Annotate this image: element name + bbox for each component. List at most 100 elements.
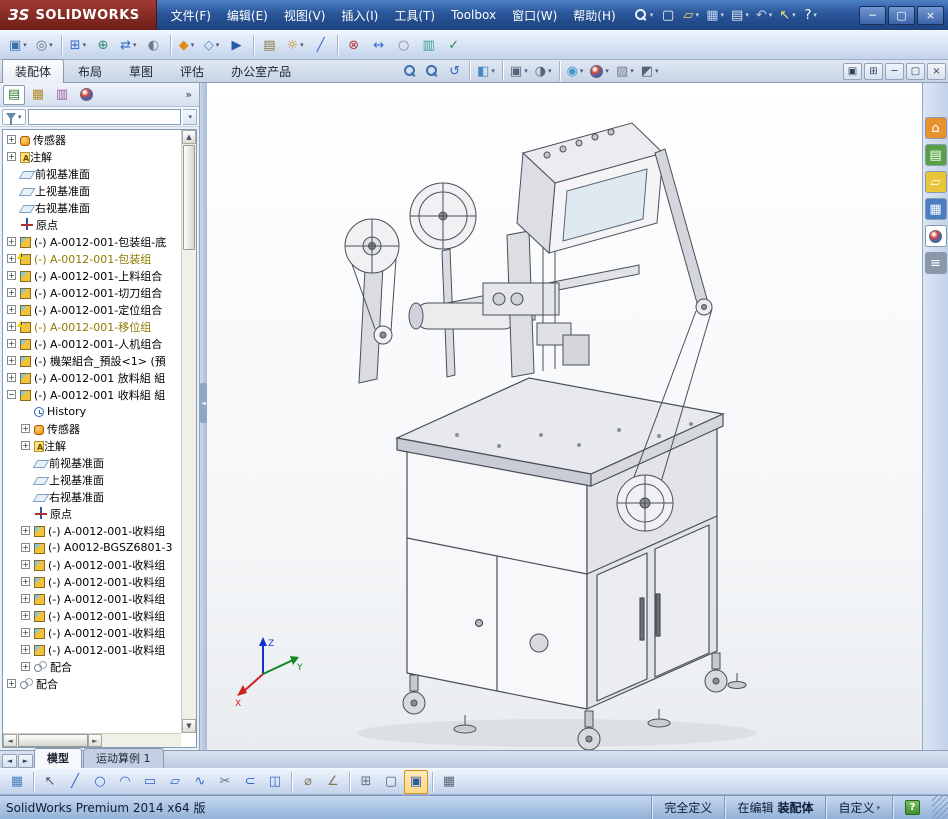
- panel-collapse-button[interactable]: ◄: [200, 383, 207, 423]
- scroll-up-arrow[interactable]: ▲: [182, 130, 196, 144]
- tree-item[interactable]: +(-) A-0012-001-包装组-底: [3, 233, 181, 250]
- design-library[interactable]: ▤: [925, 144, 947, 166]
- tree-item[interactable]: 原点: [3, 505, 181, 522]
- sketch-spline[interactable]: ∿: [188, 770, 212, 794]
- viewport-split[interactable]: ⊞: [864, 63, 883, 80]
- tree-expander[interactable]: +: [7, 373, 16, 382]
- tree-item[interactable]: +(-) A-0012-001 放料組 組: [3, 369, 181, 386]
- resize-grip[interactable]: [932, 796, 948, 819]
- sketch-trim[interactable]: ✂: [213, 770, 237, 794]
- panel-splitter[interactable]: ◄: [200, 83, 207, 750]
- tree-expander[interactable]: +: [21, 577, 30, 586]
- tree-expander[interactable]: +: [21, 424, 30, 433]
- propertymanager-tab[interactable]: ▦: [27, 85, 49, 105]
- filter-input[interactable]: [28, 109, 181, 125]
- tree-expander[interactable]: +: [21, 543, 30, 552]
- doc-close[interactable]: ×: [927, 63, 946, 80]
- tree-item[interactable]: 上视基准面: [3, 471, 181, 488]
- menu-file[interactable]: 文件(F): [163, 3, 219, 28]
- menu-tools[interactable]: 工具(T): [386, 3, 443, 28]
- new-motion-study[interactable]: ▶: [225, 33, 249, 57]
- filter-button[interactable]: ▾: [2, 109, 26, 125]
- show-hidden-components[interactable]: ◐: [142, 33, 166, 57]
- featuremanager-tree-tab[interactable]: ▤: [3, 85, 25, 105]
- sketch-rectangle[interactable]: ▭: [138, 770, 162, 794]
- tree-expander[interactable]: +: [7, 679, 16, 688]
- window-minimize[interactable]: ─: [859, 6, 886, 25]
- tree-expander[interactable]: +: [21, 560, 30, 569]
- sheet-scroll-left[interactable]: ◄: [2, 754, 17, 768]
- tree-expander[interactable]: +: [7, 322, 16, 331]
- tree-item[interactable]: +(-) A-0012-001-收料组: [3, 556, 181, 573]
- print[interactable]: ▤▾: [728, 4, 752, 26]
- tree-expander[interactable]: +: [21, 611, 30, 620]
- view-settings[interactable]: ◩▾: [638, 61, 662, 81]
- menu-toolbox[interactable]: Toolbox: [443, 4, 504, 26]
- tree-expander[interactable]: −: [7, 390, 16, 399]
- tree-item[interactable]: +(-) A-0012-001-收料组: [3, 573, 181, 590]
- tree-item[interactable]: +(-) A-0012-001-上料组合: [3, 267, 181, 284]
- menu-help[interactable]: 帮助(H): [565, 3, 623, 28]
- filter-dropdown[interactable]: ▾: [183, 109, 197, 125]
- displaymanager-tab[interactable]: [75, 85, 97, 105]
- bill-of-materials[interactable]: ▤: [258, 33, 282, 57]
- tree-item[interactable]: +(-) A0012-BGSZ6801-3: [3, 539, 181, 556]
- tree-item[interactable]: +传感器: [3, 131, 181, 148]
- tree-item[interactable]: +(-) A-0012-001-人机组合: [3, 335, 181, 352]
- help[interactable]: ?▾: [800, 4, 822, 26]
- convert-entities[interactable]: ⊂: [238, 770, 262, 794]
- custom-properties[interactable]: ≡: [925, 252, 947, 274]
- undo[interactable]: ↶▾: [753, 4, 775, 26]
- wireframe-style[interactable]: ▢: [379, 770, 403, 794]
- sketch-circle[interactable]: ○: [88, 770, 112, 794]
- tree-expander[interactable]: +: [7, 288, 16, 297]
- apply-scene[interactable]: ▨▾: [613, 61, 637, 81]
- smart-dimension[interactable]: ⌀: [296, 770, 320, 794]
- tree-item[interactable]: +注解: [3, 437, 181, 454]
- model-right-reel[interactable]: [617, 475, 673, 531]
- window-close[interactable]: ×: [917, 6, 944, 25]
- exploded-view[interactable]: ☼▾: [283, 33, 308, 57]
- tree-item[interactable]: 前视基准面: [3, 165, 181, 182]
- graphics-area[interactable]: Z Y X: [207, 83, 922, 750]
- sheet-scroll-right[interactable]: ►: [18, 754, 33, 768]
- tree-expander[interactable]: +: [21, 526, 30, 535]
- tree-expander[interactable]: +: [7, 254, 16, 263]
- hole-alignment[interactable]: ○: [392, 33, 416, 57]
- sketch-arc[interactable]: ◠: [113, 770, 137, 794]
- tree-item[interactable]: 原点: [3, 216, 181, 233]
- evaluate-table[interactable]: ▦: [437, 770, 461, 794]
- sheet-tab-运动算例 1[interactable]: 运动算例 1: [83, 748, 164, 768]
- insert-components[interactable]: ▣▾: [5, 33, 31, 57]
- tree-item[interactable]: 右视基准面: [3, 199, 181, 216]
- zoom-to-area[interactable]: [422, 61, 443, 81]
- window-restore[interactable]: ▢: [888, 6, 915, 25]
- smart-fasteners[interactable]: ⊕: [91, 33, 115, 57]
- view-orientation[interactable]: ▣▾: [507, 61, 531, 81]
- clearance-verification[interactable]: ↔: [367, 33, 391, 57]
- select[interactable]: ↖: [38, 770, 62, 794]
- tree-item[interactable]: −(-) A-0012-001 收料組 組: [3, 386, 181, 403]
- quick-tips-button[interactable]: ?: [892, 796, 932, 819]
- move-component[interactable]: ⇄▾: [116, 33, 140, 57]
- explode-line-sketch[interactable]: ╱: [309, 33, 333, 57]
- performance-evaluation[interactable]: ✓: [442, 33, 466, 57]
- tree-item[interactable]: +传感器: [3, 420, 181, 437]
- tree-item[interactable]: +(-) A-0012-001-收料组: [3, 590, 181, 607]
- display-style[interactable]: ◑▾: [532, 61, 555, 81]
- tree-item[interactable]: +(-) A-0012-001-移位组: [3, 318, 181, 335]
- tab-评估[interactable]: 评估: [167, 59, 217, 82]
- tree-item[interactable]: +(-) A-0012-001-收料组: [3, 624, 181, 641]
- doc-minimize[interactable]: ─: [885, 63, 904, 80]
- tree-expander[interactable]: +: [21, 628, 30, 637]
- save[interactable]: ▦▾: [703, 4, 727, 26]
- tree-expander[interactable]: +: [21, 645, 30, 654]
- cad-model[interactable]: [207, 83, 922, 750]
- reference-geometry[interactable]: ◇▾: [200, 33, 224, 57]
- tree-expander[interactable]: +: [7, 237, 16, 246]
- tree-item[interactable]: +配合: [3, 675, 181, 692]
- configurationmanager-tab[interactable]: ▥: [51, 85, 73, 105]
- tree-item[interactable]: History: [3, 403, 181, 420]
- tree-item[interactable]: +(-) A-0012-001-收料组: [3, 607, 181, 624]
- search-commands[interactable]: ▾: [632, 4, 657, 26]
